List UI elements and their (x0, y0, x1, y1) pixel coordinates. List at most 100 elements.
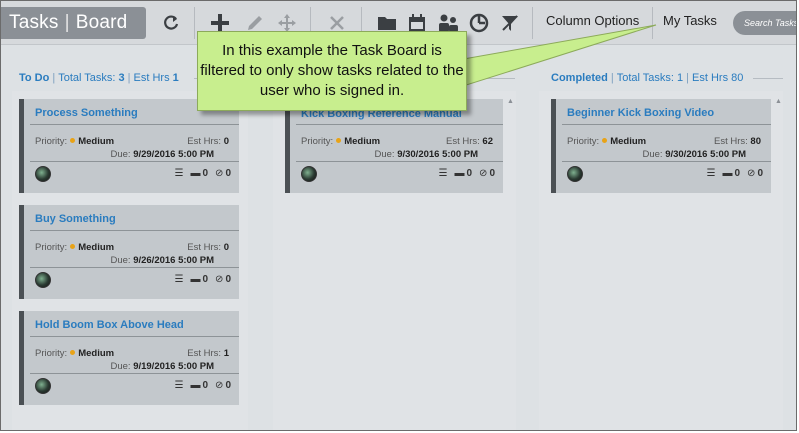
task-title-link[interactable]: Process Something (35, 107, 138, 119)
priority-dot-icon (336, 138, 342, 144)
card-divider (30, 230, 239, 231)
comment-icon: ▬ (190, 168, 201, 179)
task-card[interactable]: Buy Something Priority: Medium Est Hrs: 0… (19, 205, 239, 299)
comments[interactable]: ▬ 0 (190, 274, 208, 285)
est-hrs-value: 0 (223, 242, 229, 253)
title-tasks: Tasks (9, 12, 59, 33)
est-hrs-value: 1 (223, 348, 229, 359)
est-hrs: Est Hrs: 0 (187, 242, 229, 253)
attachment-count: 0 (757, 168, 763, 179)
task-card[interactable]: Hold Boom Box Above Head Priority: Medium… (19, 311, 239, 405)
card-divider (562, 124, 771, 125)
priority: Priority: Medium (35, 348, 114, 359)
total-tasks-label: Total Tasks: (616, 72, 674, 84)
subtasks-icon[interactable]: ☰ (439, 168, 448, 179)
comment-count: 0 (202, 168, 209, 179)
comments[interactable]: ▬ 0 (190, 380, 208, 391)
priority-label: Priority: (35, 348, 68, 359)
est-hrs: Est Hrs: 80 (714, 136, 761, 147)
comment-count: 0 (202, 274, 209, 285)
attachments[interactable]: ⊘ 0 (747, 168, 763, 179)
task-title-link[interactable]: Beginner Kick Boxing Video (567, 107, 714, 119)
task-card[interactable]: Process Something Priority: Medium Est Hr… (19, 99, 239, 193)
search-input[interactable]: Search Tasks (733, 11, 796, 35)
comment-count: 0 (202, 380, 209, 391)
priority-dot-icon (70, 244, 76, 250)
card-meta: ☰ ▬ 0 ⊘ 0 (439, 168, 495, 179)
card-meta: ☰ ▬ 0 ⊘ 0 (707, 168, 763, 179)
avatar[interactable] (301, 166, 317, 182)
avatar[interactable] (35, 378, 51, 394)
column-name: Completed (551, 72, 608, 84)
due-date: Due: 9/26/2016 5:00 PM (110, 255, 214, 266)
subtasks-icon[interactable]: ☰ (175, 168, 184, 179)
column-header-rule (481, 78, 515, 79)
attachment-count: 0 (225, 380, 231, 391)
card-divider (296, 161, 503, 162)
est-hrs-label: Est Hrs: (714, 136, 748, 147)
attachments[interactable]: ⊘ 0 (215, 274, 231, 285)
attachment-icon: ⊘ (215, 168, 224, 179)
priority-label: Priority: (301, 136, 334, 147)
clear-filter-icon[interactable] (496, 9, 524, 37)
card-divider (296, 124, 503, 125)
est-hrs-label: Est Hrs: (187, 348, 222, 359)
due-value: 9/30/2016 5:00 PM (397, 149, 478, 160)
card-divider (30, 124, 239, 125)
column-options-button[interactable]: Column Options (546, 13, 639, 28)
est-hrs: Est Hrs: 62 (446, 136, 493, 147)
refresh-icon[interactable] (157, 9, 185, 37)
total-tasks-label: Total Tasks: (58, 72, 116, 84)
due-date: Due: 9/30/2016 5:00 PM (642, 149, 746, 160)
priority: Priority: Medium (35, 242, 114, 253)
priority-value: Medium (78, 136, 115, 147)
title-board: Board (75, 12, 128, 33)
avatar[interactable] (35, 272, 51, 288)
header-separator: | (52, 72, 56, 84)
total-tasks-value: 3 (118, 72, 125, 84)
task-title-link[interactable]: Buy Something (35, 213, 116, 225)
priority-label: Priority: (567, 136, 600, 147)
priority-value: Medium (78, 348, 115, 359)
card-divider (30, 161, 239, 162)
attachments[interactable]: ⊘ 0 (215, 168, 231, 179)
avatar[interactable] (35, 166, 51, 182)
est-hrs-label: Est Hrs (692, 72, 729, 84)
scroll-up-icon[interactable]: ▲ (775, 98, 782, 105)
due-date: Due: 9/29/2016 5:00 PM (110, 149, 214, 160)
task-title-link[interactable]: Hold Boom Box Above Head (35, 319, 184, 331)
due-label: Due: (110, 361, 131, 372)
card-divider (30, 336, 239, 337)
column-name: To Do (19, 72, 50, 84)
est-hrs-label: Est Hrs: (187, 242, 222, 253)
subtasks-icon[interactable]: ☰ (707, 168, 716, 179)
attachments[interactable]: ⊘ 0 (479, 168, 495, 179)
priority: Priority: Medium (35, 136, 114, 147)
comment-icon: ▬ (454, 168, 465, 179)
attachment-count: 0 (489, 168, 495, 179)
avatar[interactable] (567, 166, 583, 182)
task-card[interactable]: Kick Boxing Reference Manual Priority: Me… (285, 99, 503, 193)
comments[interactable]: ▬ 0 (454, 168, 472, 179)
subtasks-icon[interactable]: ☰ (175, 380, 184, 391)
attachments[interactable]: ⊘ 0 (215, 380, 231, 391)
est-hrs-value: 80 (750, 136, 761, 147)
comments[interactable]: ▬ 0 (190, 168, 208, 179)
est-hrs-value: 1 (172, 72, 179, 84)
report-icon[interactable] (465, 9, 493, 37)
due-value: 9/29/2016 5:00 PM (133, 149, 214, 160)
card-divider (562, 161, 771, 162)
priority-dot-icon (70, 138, 76, 144)
subtasks-icon[interactable]: ☰ (175, 274, 184, 285)
scroll-up-icon[interactable]: ▲ (507, 98, 514, 105)
due-label: Due: (110, 255, 131, 266)
my-tasks-toggle[interactable]: My Tasks (663, 13, 717, 28)
priority-value: Medium (344, 136, 381, 147)
task-card[interactable]: Beginner Kick Boxing Video Priority: Medi… (551, 99, 771, 193)
comment-count: 0 (466, 168, 473, 179)
page-title: Tasks | Board (1, 7, 146, 39)
est-hrs-value: 62 (482, 136, 493, 147)
header-separator: | (127, 72, 131, 84)
comments[interactable]: ▬ 0 (722, 168, 740, 179)
due-value: 9/30/2016 5:00 PM (665, 149, 746, 160)
